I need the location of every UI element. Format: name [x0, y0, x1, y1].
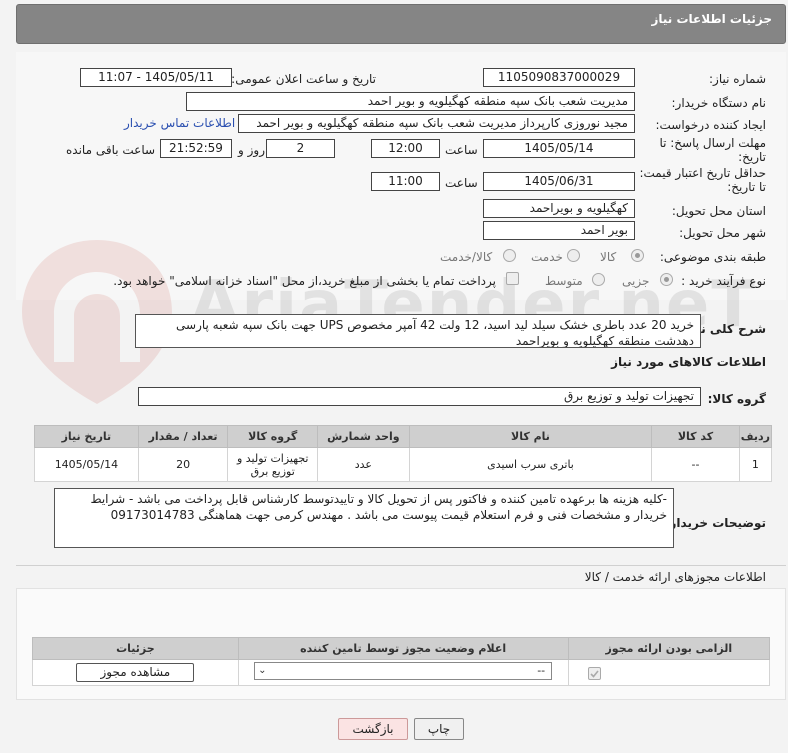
cell-qty: 20: [137, 447, 229, 482]
print-button[interactable]: چاپ: [414, 718, 464, 740]
deadline-label: مهلت ارسال پاسخ: تا: [659, 136, 766, 150]
city-field: بویر احمد: [483, 221, 635, 240]
need-number-label: شماره نیاز:: [709, 72, 766, 86]
requester-field: مجید نوروزی کارپرداز مدیریت شعب بانک سپه…: [238, 114, 635, 133]
validity-date-field: 1405/06/31: [483, 172, 635, 191]
cell-name: باتری سرب اسیدی: [408, 447, 653, 482]
deadline-time-field: 12:00: [371, 139, 440, 158]
province-field: کهگیلویه و بویراحمد: [483, 199, 635, 218]
announce-label: تاریخ و ساعت اعلان عمومی:: [231, 72, 376, 86]
days-remaining-field: 2: [266, 139, 335, 158]
buyer-org-label: نام دستگاه خریدار:: [671, 96, 767, 110]
view-permit-button[interactable]: مشاهده مجوز: [76, 663, 195, 682]
permits-table: الزامی بودن ارائه مجوز اعلام وضعیت مجوز …: [32, 637, 771, 686]
table-row: ⌄ -- مشاهده مجوز: [32, 659, 771, 686]
buyer-notes-label: توضیحات خریدار:: [664, 516, 766, 530]
goods-group-label: گروه کالا:: [707, 392, 766, 406]
process-minor-label: جزیی: [622, 274, 650, 288]
process-type-label: نوع فرآیند خرید :: [681, 274, 766, 288]
col-name: نام کالا: [408, 425, 653, 448]
col-permit-details: جزئیات: [32, 637, 239, 660]
table-row: 1 -- باتری سرب اسیدی عدد تجهیزات تولید و…: [34, 447, 773, 482]
validity-label: حداقل تاریخ اعتبار قیمت:: [639, 166, 766, 180]
requester-label: ایجاد کننده درخواست:: [655, 118, 766, 132]
page-title: جزئیات اطلاعات نیاز: [651, 12, 772, 26]
need-number-field: 1105090837000029: [483, 68, 635, 87]
category-goods-service-radio[interactable]: [503, 249, 516, 262]
goods-section-title: اطلاعات کالاهای مورد نیاز: [611, 355, 766, 369]
remaining-time-label: ساعت باقی مانده: [66, 143, 156, 157]
permits-table-header: الزامی بودن ارائه مجوز اعلام وضعیت مجوز …: [32, 637, 771, 660]
category-label: طبقه بندی موضوعی:: [659, 250, 766, 264]
col-code: کد کالا: [651, 425, 740, 448]
category-service-label: خدمت: [531, 250, 563, 264]
cell-unit: عدد: [317, 447, 410, 482]
deadline-date-label: تاریخ:: [738, 150, 766, 164]
check-icon: [590, 669, 599, 678]
cell-permit-details: مشاهده مجوز: [32, 659, 239, 686]
validity-date-label: تا تاریخ:: [727, 180, 766, 194]
remaining-time-field: 21:52:59: [160, 139, 232, 158]
col-qty: تعداد / مقدار: [137, 425, 229, 448]
permit-status-value: --: [537, 664, 546, 677]
cell-code: --: [651, 447, 740, 482]
treasury-checkbox[interactable]: [506, 272, 519, 285]
back-button[interactable]: بازگشت: [338, 718, 408, 740]
description-textarea[interactable]: خرید 20 عدد باطری خشک سیلد لید اسید، 12 …: [135, 314, 701, 348]
permits-section-title: اطلاعات مجوزهای ارائه خدمت / کالا: [584, 570, 766, 584]
validity-time-label: ساعت: [445, 176, 478, 190]
category-service-radio[interactable]: [567, 249, 580, 262]
process-minor-radio[interactable]: [660, 273, 673, 286]
validity-time-field: 11:00: [371, 172, 440, 191]
col-permit-required: الزامی بودن ارائه مجوز: [567, 637, 771, 660]
col-date: تاریخ نیاز: [34, 425, 139, 448]
category-goods-radio[interactable]: [631, 249, 644, 262]
cell-permit-status: ⌄ --: [237, 659, 569, 686]
category-goods-label: کالا: [600, 250, 617, 264]
deadline-date-field: 1405/05/14: [483, 139, 635, 158]
deadline-time-label: ساعت: [445, 143, 478, 157]
col-unit: واحد شمارش: [317, 425, 410, 448]
permit-status-select[interactable]: ⌄ --: [254, 662, 553, 680]
cell-group: تجهیزات تولید و توزیع برق: [227, 447, 319, 482]
buyer-contact-link[interactable]: اطلاعات تماس خریدار: [124, 116, 235, 130]
cell-date: 1405/05/14: [34, 447, 139, 482]
permit-required-checkbox[interactable]: [588, 666, 602, 680]
cell-row: 1: [738, 447, 773, 482]
process-medium-radio[interactable]: [592, 273, 605, 286]
buyer-notes-textarea[interactable]: -کلیه هزینه ها برعهده تامین کننده و فاکت…: [54, 488, 674, 548]
col-row: ردیف: [738, 425, 773, 448]
section-divider: [16, 565, 786, 566]
goods-table: ردیف کد کالا نام کالا واحد شمارش گروه کا…: [34, 425, 773, 482]
announce-field: 1405/05/11 - 11:07: [80, 68, 232, 87]
col-group: گروه کالا: [227, 425, 319, 448]
process-medium-label: متوسط: [545, 274, 583, 288]
select-chevron-icon: ⌄: [258, 665, 267, 676]
days-label: روز و: [238, 143, 265, 157]
province-label: استان محل تحویل:: [671, 204, 766, 218]
city-label: شهر محل تحویل:: [679, 226, 766, 240]
treasury-note: پرداخت تمام یا بخشی از مبلغ خرید،از محل …: [113, 274, 496, 288]
col-permit-status: اعلام وضعیت مجوز توسط تامین کننده: [237, 637, 569, 660]
goods-table-header: ردیف کد کالا نام کالا واحد شمارش گروه کا…: [34, 425, 773, 448]
category-goods-service-label: کالا/خدمت: [440, 250, 493, 264]
buyer-org-field: مدیریت شعب بانک سپه منطقه کهگیلویه و بوی…: [186, 92, 635, 111]
cell-permit-required: [567, 659, 771, 686]
goods-group-field: تجهیزات تولید و توزیع برق: [138, 387, 701, 406]
